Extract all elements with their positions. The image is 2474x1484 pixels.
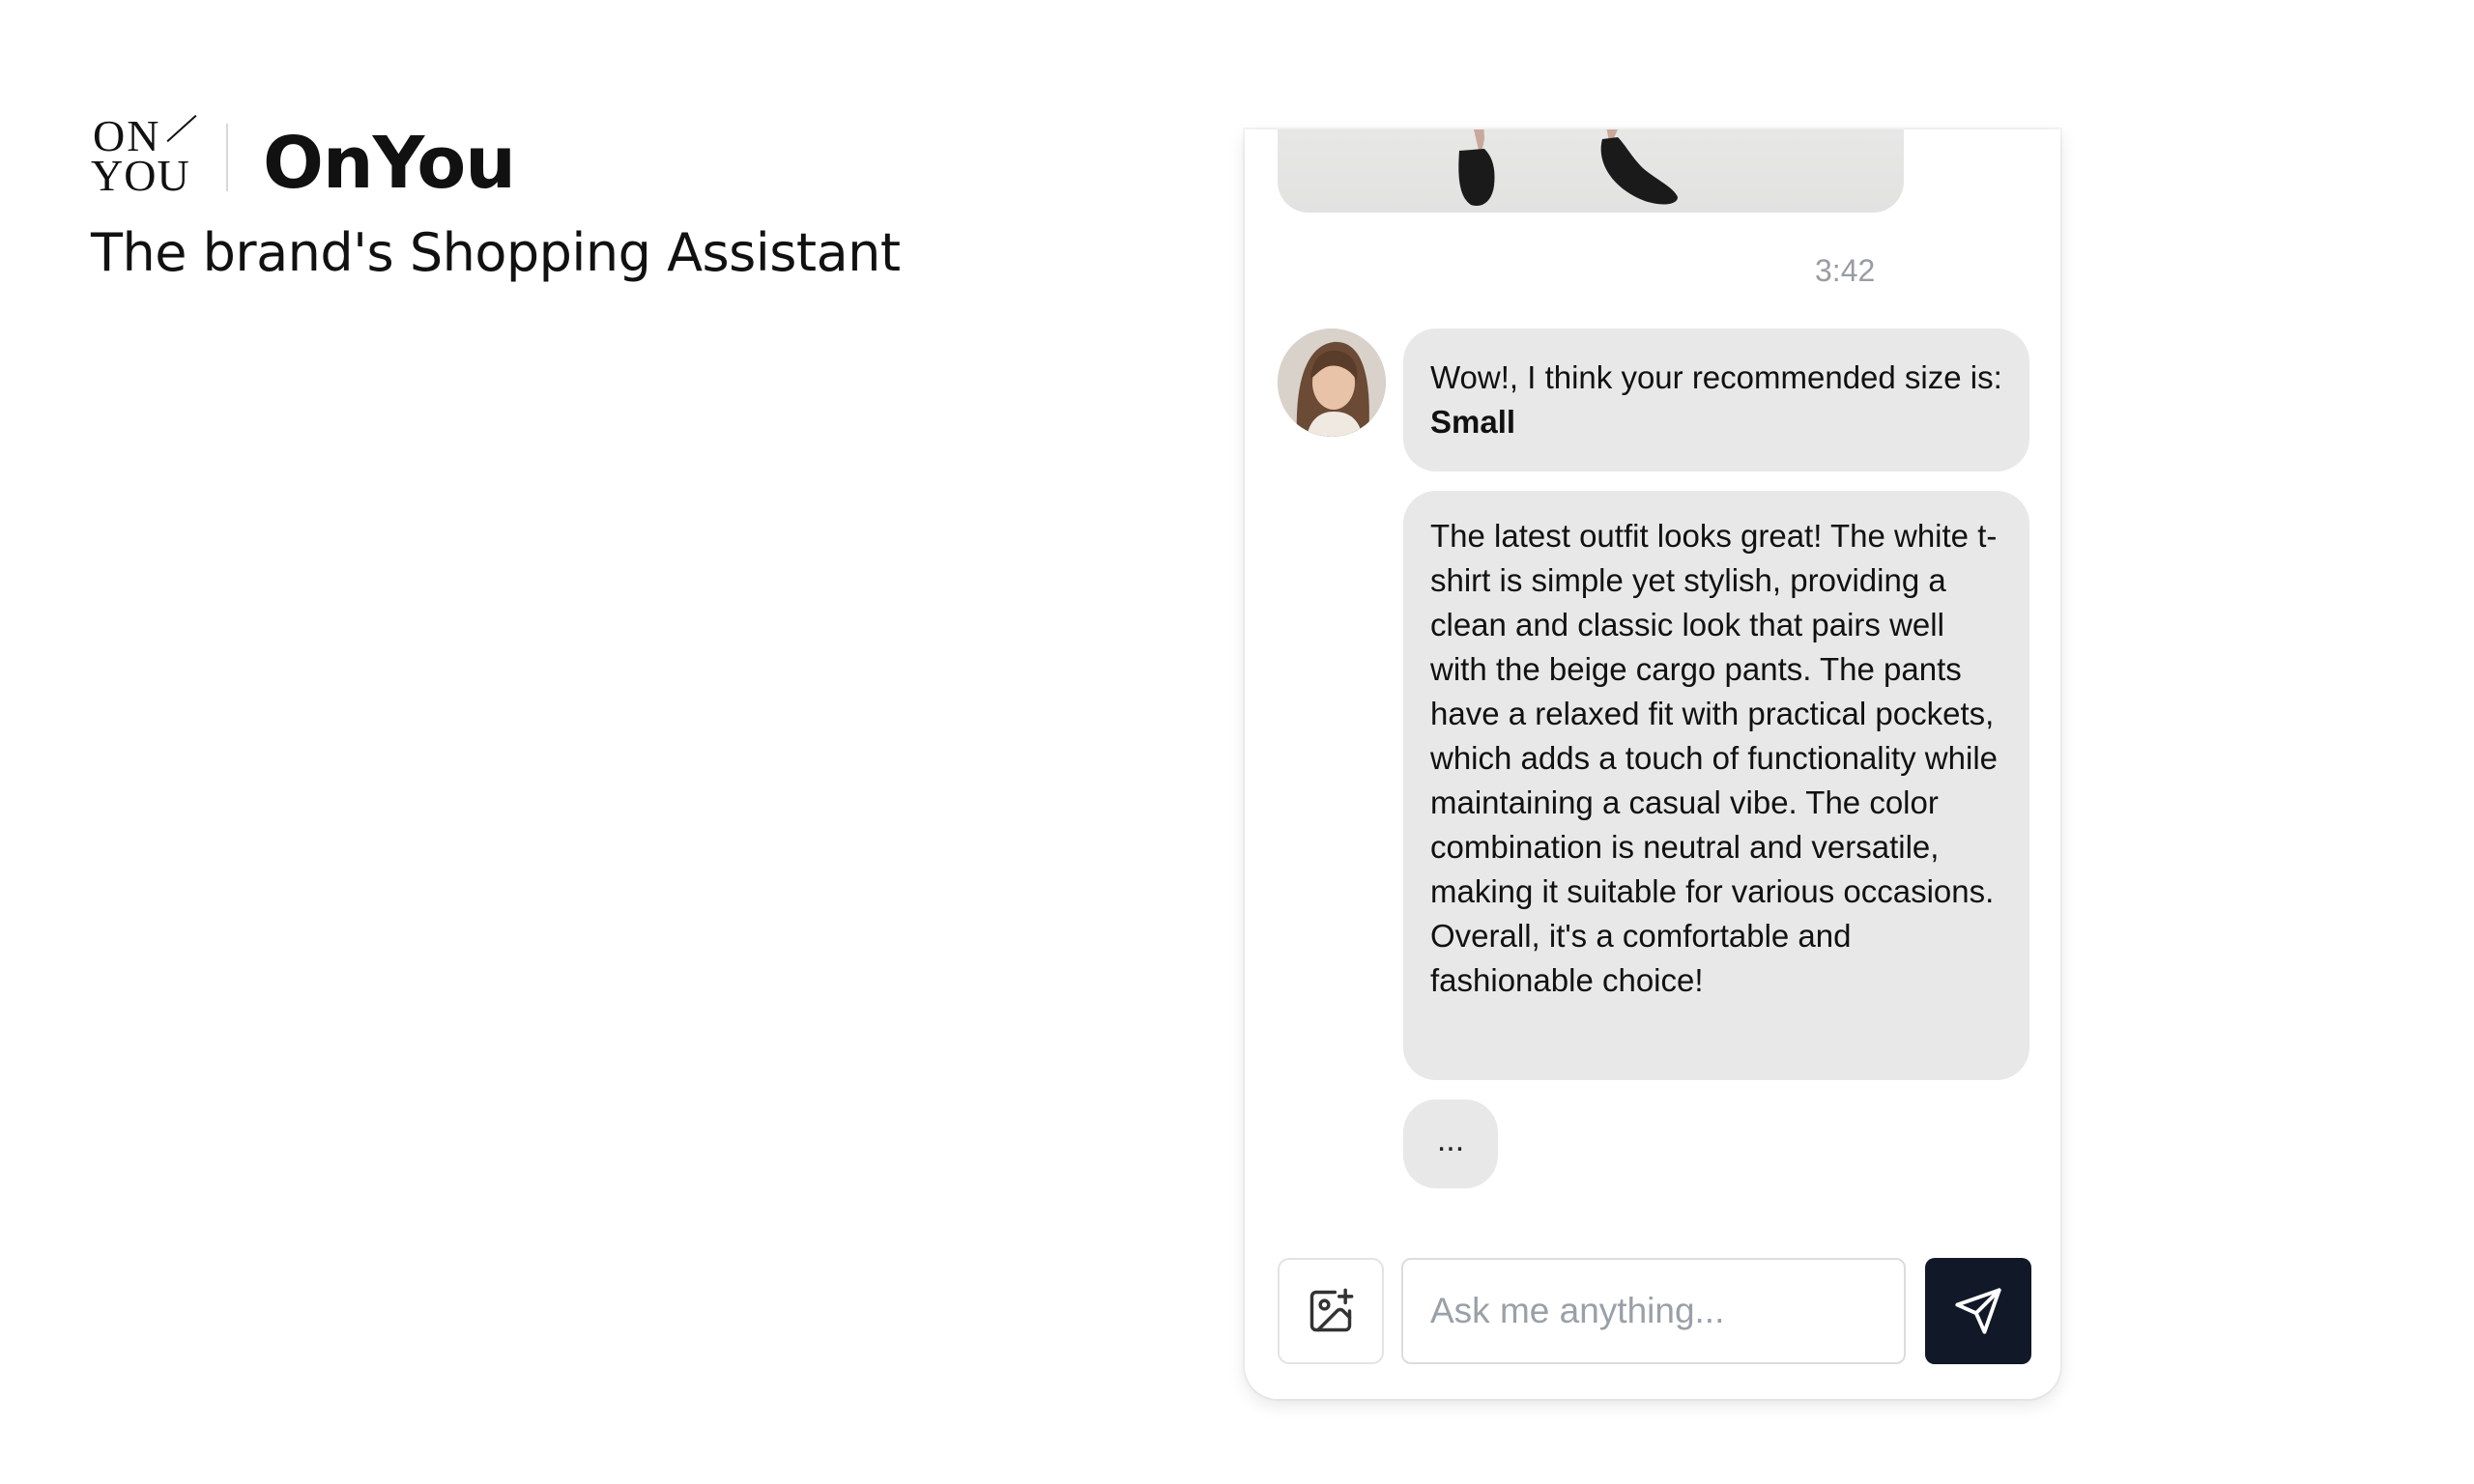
send-icon xyxy=(1955,1288,2001,1334)
typing-indicator: ... xyxy=(1403,1099,1498,1188)
message-text: The latest outfit looks great! The white… xyxy=(1430,518,1999,998)
chat-message-input[interactable] xyxy=(1401,1258,1906,1364)
send-button[interactable] xyxy=(1925,1258,2031,1364)
brand-name: OnYou xyxy=(263,122,516,205)
assistant-message-size: Wow!, I think your recommended size is: … xyxy=(1403,328,2029,471)
assistant-message-outfit-review: The latest outfit looks great! The white… xyxy=(1403,491,2029,1080)
recommended-size: Small xyxy=(1430,404,1516,440)
product-shoes-image xyxy=(1458,129,1678,207)
logo-text-bottom: YOU xyxy=(91,151,190,200)
product-image[interactable] xyxy=(1278,129,1904,213)
message-timestamp: 3:42 xyxy=(1815,253,1876,288)
brand-logo: ON YOU xyxy=(91,114,197,200)
upload-image-button[interactable] xyxy=(1278,1258,1384,1364)
message-text: Wow!, I think your recommended size is: xyxy=(1430,359,2002,395)
image-plus-icon xyxy=(1309,1288,1354,1332)
chat-panel: 3:42 Wow!, I think your recommended size… xyxy=(1245,129,2060,1399)
brand-tagline: The brand's Shopping Assistant xyxy=(91,222,901,283)
assistant-avatar xyxy=(1278,328,1386,437)
brand-divider xyxy=(226,124,228,191)
logo-slash xyxy=(166,114,197,143)
assistant-portrait-image xyxy=(1278,328,1386,437)
